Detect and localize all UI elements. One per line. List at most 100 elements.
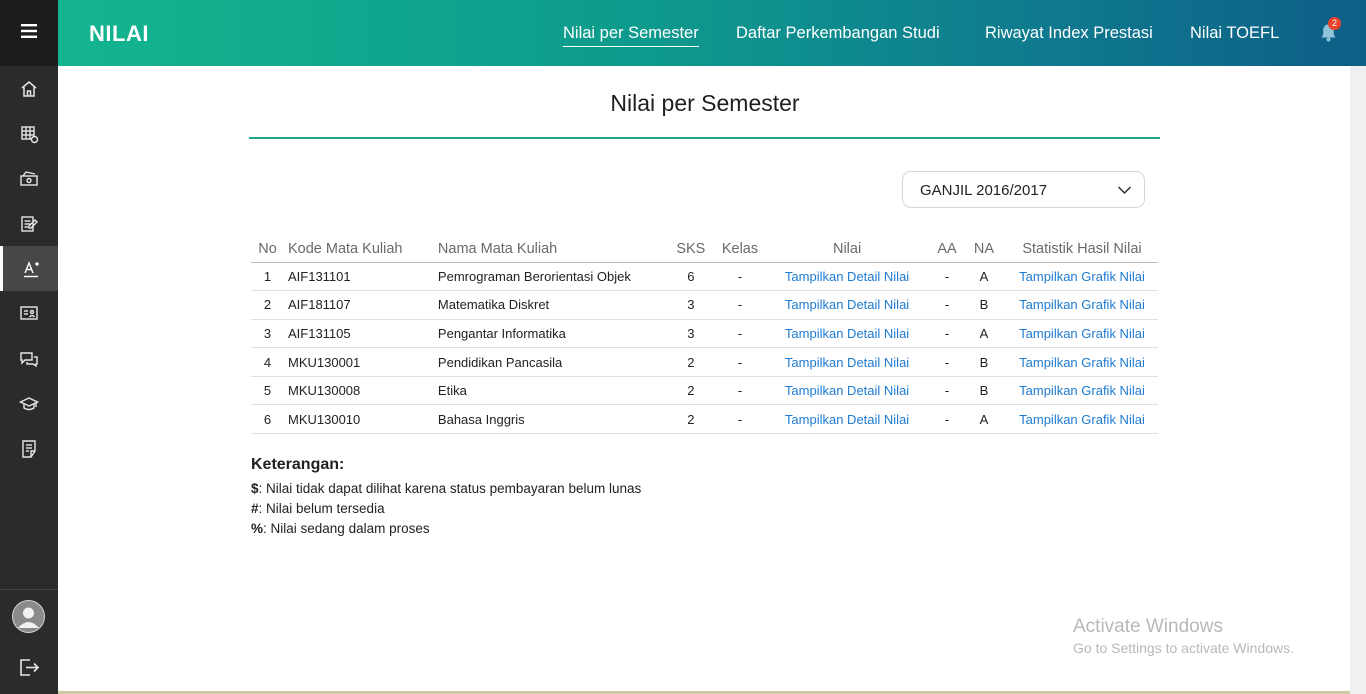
semester-select[interactable]: GANJIL 2016/2017	[902, 171, 1145, 208]
sidebar-item-reports[interactable]	[0, 426, 58, 471]
edit-document-icon	[21, 215, 38, 232]
cell-nama: Pengantar Informatika	[433, 319, 664, 349]
legend-title: Keterangan:	[251, 456, 345, 473]
chat-icon	[20, 351, 38, 367]
sidebar-item-messages[interactable]	[0, 336, 58, 381]
cell-nilai: Tampilkan Detail Nilai	[762, 290, 933, 320]
chevron-down-icon	[1117, 183, 1132, 202]
sidebar-item-schedule[interactable]	[0, 111, 58, 156]
detail-nilai-link[interactable]: Tampilkan Detail Nilai	[785, 412, 909, 427]
cell-nama: Pemrograman Berorientasi Objek	[433, 262, 664, 292]
semester-select-value: GANJIL 2016/2017	[920, 182, 1048, 199]
detail-nilai-link[interactable]: Tampilkan Detail Nilai	[785, 326, 909, 341]
sidebar-menu	[0, 66, 58, 471]
cell-na: A	[962, 319, 1006, 349]
cell-no: 6	[251, 404, 284, 435]
sidebar-item-grades[interactable]	[0, 246, 58, 291]
cell-kode: AIF131101	[283, 262, 434, 292]
cell-kelas: -	[717, 404, 763, 435]
cell-sks: 2	[663, 347, 718, 377]
cell-nilai: Tampilkan Detail Nilai	[762, 376, 933, 406]
legend-symbol: $	[251, 481, 259, 496]
cell-statistik: Tampilkan Grafik Nilai	[1005, 376, 1158, 406]
page-title: Nilai per Semester	[610, 90, 800, 116]
sidebar-item-classes[interactable]	[0, 291, 58, 336]
tab-nilai-toefl[interactable]: Nilai TOEFL	[1190, 24, 1279, 43]
tab-nilai-per-semester[interactable]: Nilai per Semester	[563, 24, 699, 47]
table-header-row: No Kode Mata Kuliah Nama Mata Kuliah SKS…	[251, 236, 1158, 263]
column-header-no: No	[251, 236, 284, 263]
sidebar-item-registration[interactable]	[0, 201, 58, 246]
detail-nilai-link[interactable]: Tampilkan Detail Nilai	[785, 269, 909, 284]
cell-sks: 2	[663, 404, 718, 435]
cell-statistik: Tampilkan Grafik Nilai	[1005, 347, 1158, 377]
sidebar-item-home[interactable]	[0, 66, 58, 111]
grafik-nilai-link[interactable]: Tampilkan Grafik Nilai	[1019, 297, 1145, 312]
cell-aa: -	[932, 290, 963, 320]
legend-text: : Nilai belum tersedia	[258, 501, 385, 516]
cell-kode: AIF181107	[283, 290, 434, 320]
legend-item: #: Nilai belum tersedia	[251, 499, 641, 519]
activate-windows-watermark: Activate Windows Go to Settings to activ…	[1073, 616, 1294, 656]
cell-nilai: Tampilkan Detail Nilai	[762, 404, 933, 435]
cell-na: A	[962, 262, 1006, 292]
cell-no: 4	[251, 347, 284, 377]
legend-symbol: %	[251, 521, 264, 536]
app-title: NILAI	[89, 21, 149, 46]
grafik-nilai-link[interactable]: Tampilkan Grafik Nilai	[1019, 269, 1145, 284]
sidebar-footer	[0, 589, 58, 694]
cell-na: B	[962, 376, 1006, 406]
cell-kelas: -	[717, 319, 763, 349]
grafik-nilai-link[interactable]: Tampilkan Grafik Nilai	[1019, 383, 1145, 398]
cell-nilai: Tampilkan Detail Nilai	[762, 347, 933, 377]
cell-kelas: -	[717, 376, 763, 406]
cell-sks: 3	[663, 319, 718, 349]
tab-daftar-perkembangan-studi[interactable]: Daftar Perkembangan Studi	[736, 24, 940, 43]
cell-nilai: Tampilkan Detail Nilai	[762, 262, 933, 292]
title-divider	[249, 137, 1160, 139]
grafik-nilai-link[interactable]: Tampilkan Grafik Nilai	[1019, 412, 1145, 427]
grafik-nilai-link[interactable]: Tampilkan Grafik Nilai	[1019, 355, 1145, 370]
column-header-na: NA	[962, 236, 1006, 263]
table-row: 1 AIF131101 Pemrograman Berorientasi Obj…	[251, 262, 1158, 292]
cell-kode: AIF131105	[283, 319, 434, 349]
logout-icon	[20, 659, 40, 676]
grafik-nilai-link[interactable]: Tampilkan Grafik Nilai	[1019, 326, 1145, 341]
column-header-kode: Kode Mata Kuliah	[283, 236, 434, 263]
cell-na: A	[962, 404, 1006, 435]
cell-nama: Bahasa Inggris	[433, 404, 664, 435]
legend-item: $: Nilai tidak dapat dilihat karena stat…	[251, 479, 641, 499]
detail-nilai-link[interactable]: Tampilkan Detail Nilai	[785, 355, 909, 370]
legend-keterangan: Keterangan: $: Nilai tidak dapat dilihat…	[251, 456, 641, 539]
cell-sks: 2	[663, 376, 718, 406]
column-header-nilai: Nilai	[762, 236, 933, 263]
hamburger-icon[interactable]	[21, 23, 37, 43]
avatar[interactable]	[12, 600, 45, 633]
scrollbar[interactable]	[1350, 66, 1366, 694]
legend-text: : Nilai tidak dapat dilihat karena statu…	[258, 481, 642, 496]
watermark-title: Activate Windows	[1073, 616, 1223, 637]
cell-kelas: -	[717, 347, 763, 377]
notification-badge: 2	[1328, 17, 1341, 30]
sidebar-item-payment[interactable]	[0, 156, 58, 201]
legend-symbol: #	[251, 501, 259, 516]
detail-nilai-link[interactable]: Tampilkan Detail Nilai	[785, 383, 909, 398]
cell-statistik: Tampilkan Grafik Nilai	[1005, 404, 1158, 435]
table-row: 5 MKU130008 Etika 2 - Tampilkan Detail N…	[251, 376, 1158, 406]
cell-aa: -	[932, 319, 963, 349]
menu-toggle-button[interactable]	[0, 0, 58, 66]
cell-aa: -	[932, 376, 963, 406]
detail-nilai-link[interactable]: Tampilkan Detail Nilai	[785, 297, 909, 312]
home-icon	[21, 80, 37, 97]
cell-aa: -	[932, 404, 963, 435]
cell-kode: MKU130008	[283, 376, 434, 406]
cell-no: 3	[251, 319, 284, 349]
cell-aa: -	[932, 262, 963, 292]
cell-statistik: Tampilkan Grafik Nilai	[1005, 290, 1158, 320]
table-row: 3 AIF131105 Pengantar Informatika 3 - Ta…	[251, 319, 1158, 349]
tab-riwayat-index-prestasi[interactable]: Riwayat Index Prestasi	[985, 24, 1153, 43]
logout-button[interactable]	[18, 656, 40, 683]
graduation-cap-icon	[19, 396, 39, 410]
legend-text: : Nilai sedang dalam proses	[263, 521, 430, 536]
sidebar-item-graduation[interactable]	[0, 381, 58, 426]
